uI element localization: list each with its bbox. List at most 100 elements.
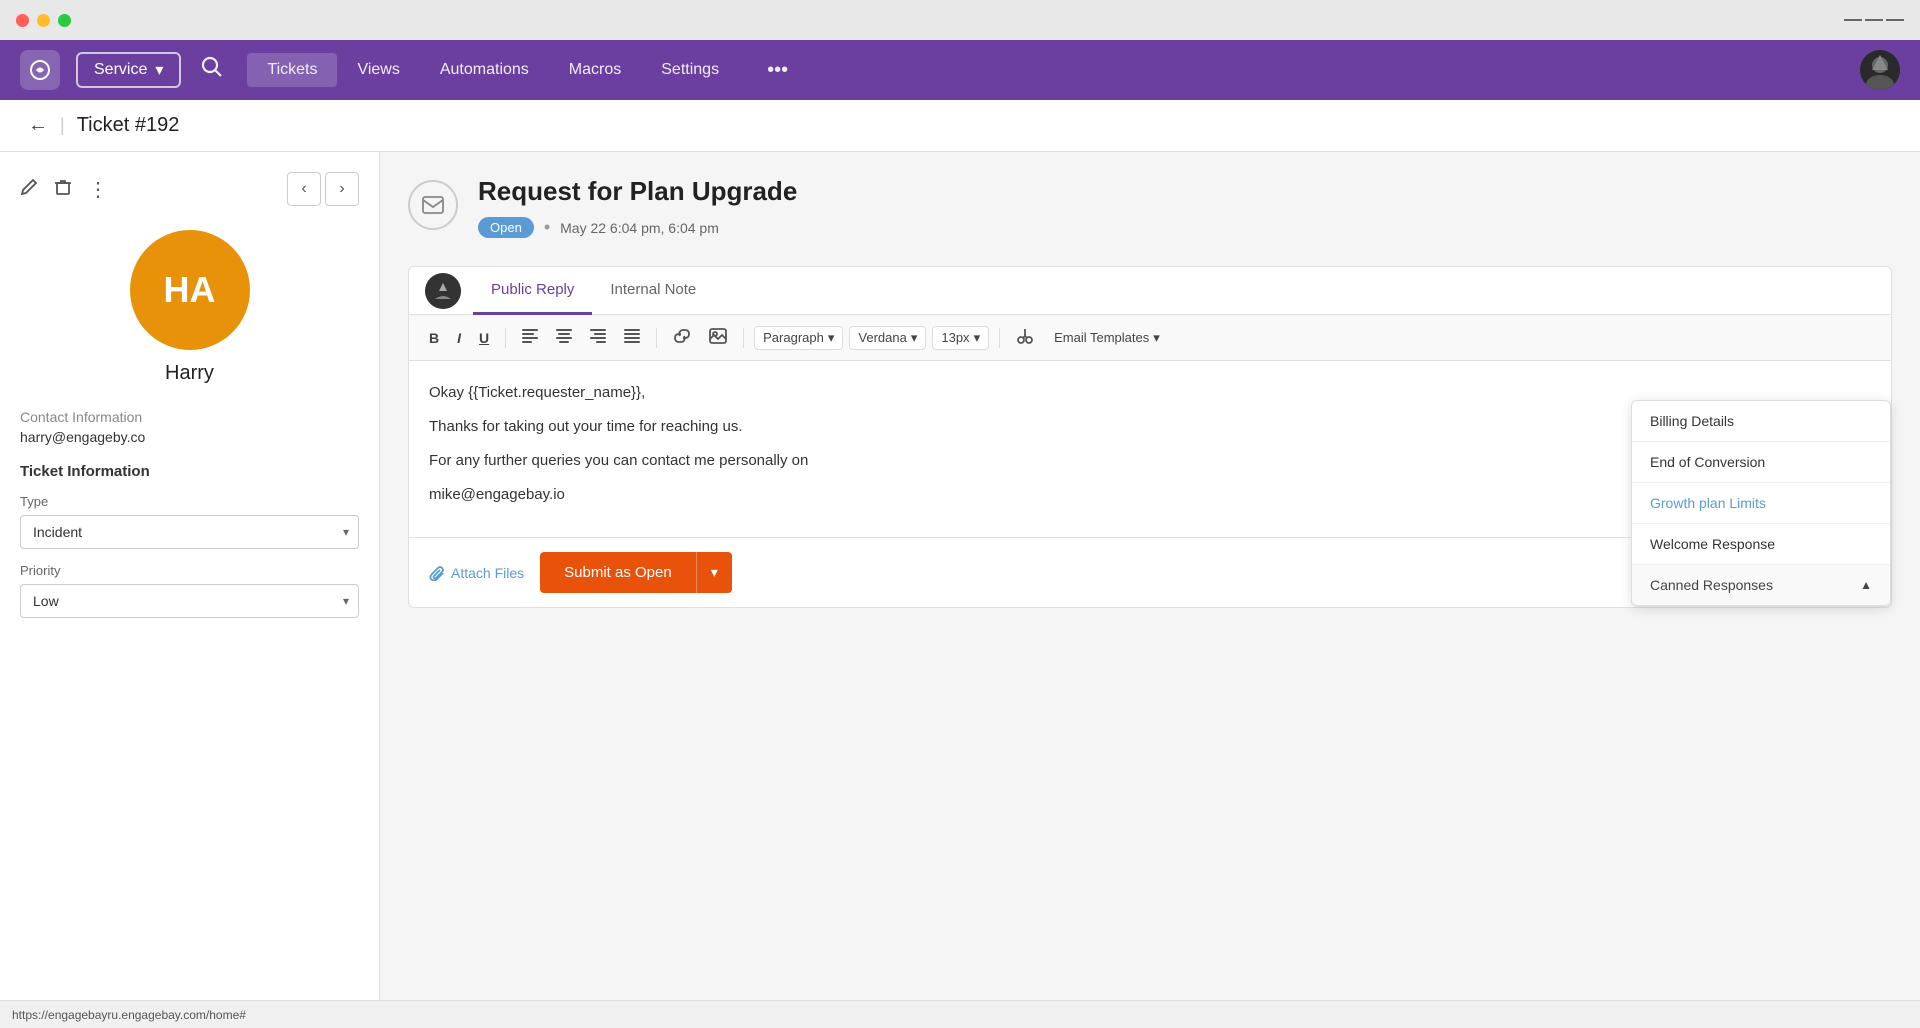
sidebar: ⋮ ‹ › HA Harry Contact Information harry… [0,152,380,1028]
type-select[interactable]: Incident Question Problem Feature Reques… [20,515,359,549]
contact-info-label: Contact Information [20,409,359,425]
breadcrumb-separator: | [60,115,65,136]
sidebar-nav-buttons: ‹ › [287,172,359,206]
user-initials: HA [164,269,216,311]
priority-field-label: Priority [20,563,359,578]
email-templates-label: Email Templates [1054,330,1149,345]
nav-settings[interactable]: Settings [641,53,739,87]
meta-separator: • [544,217,550,238]
paragraph-select[interactable]: Paragraph ▾ [754,326,843,350]
justify-button[interactable] [618,325,646,350]
more-options-icon[interactable]: ⋮ [88,177,108,202]
underline-button[interactable]: U [473,326,495,350]
attach-files-label: Attach Files [451,565,524,581]
email-templates-button[interactable]: Email Templates ▾ [1046,327,1168,349]
type-select-wrapper: Incident Question Problem Feature Reques… [20,515,359,549]
font-select[interactable]: Verdana ▾ [849,326,926,350]
app-logo[interactable] [20,50,60,90]
reply-user-avatar [425,273,461,309]
canned-responses-label: Canned Responses [1650,577,1773,593]
nav-automations[interactable]: Automations [420,53,549,87]
content-area: Request for Plan Upgrade Open • May 22 6… [380,152,1920,1028]
bold-button[interactable]: B [423,326,445,350]
nav-links: Tickets Views Automations Macros Setting… [247,51,808,90]
ticket-title: Request for Plan Upgrade [478,176,1892,207]
mail-icon [408,180,458,230]
status-badge: Open [478,217,534,238]
user-avatar-circle: HA [130,230,250,350]
image-button[interactable] [703,324,733,351]
sidebar-toolbar-left: ⋮ [20,177,108,202]
reply-box: Public Reply Internal Note B I U [408,266,1892,608]
canned-responses-dropdown: Billing Details End of Conversion Growth… [1631,400,1891,607]
chevron-down-icon: ▾ [155,60,163,80]
nav-macros[interactable]: Macros [549,53,641,87]
contact-email: harry@engageby.co [20,429,359,445]
title-bar [0,0,1920,40]
scissors-button[interactable] [1010,323,1040,352]
menu-icon[interactable] [1844,17,1904,23]
submit-dropdown-button[interactable]: ▾ [696,552,732,593]
attach-files-button[interactable]: Attach Files [429,565,524,581]
status-bar: https://engagebayru.engagebay.com/home# [0,1000,1920,1028]
prev-ticket-button[interactable]: ‹ [287,172,321,206]
canned-item-growth-plan[interactable]: Growth plan Limits [1632,483,1890,524]
minimize-dot[interactable] [37,14,50,27]
status-url: https://engagebayru.engagebay.com/home# [12,1008,246,1022]
user-avatar-image [1860,50,1900,90]
email-templates-chevron-icon: ▾ [1153,330,1160,346]
service-dropdown-button[interactable]: Service ▾ [76,52,181,88]
user-avatar-section: HA Harry [20,230,359,385]
align-center-button[interactable] [550,325,578,350]
nav-tickets[interactable]: Tickets [247,53,337,87]
link-button[interactable] [667,325,697,350]
toolbar-sep-4 [999,328,1000,348]
toolbar-sep-3 [743,328,744,348]
canned-item-billing[interactable]: Billing Details [1632,401,1890,442]
reply-tabs: Public Reply Internal Note [409,267,1891,315]
submit-button[interactable]: Submit as Open [540,552,696,593]
ticket-date: May 22 6:04 pm, 6:04 pm [560,220,719,236]
priority-select[interactable]: Low Medium High Urgent [20,584,359,618]
close-dot[interactable] [16,14,29,27]
size-label: 13px [941,330,969,345]
ticket-meta: Open • May 22 6:04 pm, 6:04 pm [478,217,1892,238]
align-left-button[interactable] [516,325,544,350]
canned-chevron-icon: ▲ [1860,578,1872,592]
align-right-button[interactable] [584,325,612,350]
canned-item-welcome[interactable]: Welcome Response [1632,524,1890,565]
ticket-info-label: Ticket Information [20,463,359,480]
canned-responses-header[interactable]: Canned Responses ▲ [1632,565,1890,606]
avatar[interactable] [1860,50,1900,90]
toolbar-sep-1 [505,328,506,348]
type-field-label: Type [20,494,359,509]
tab-internal-note[interactable]: Internal Note [592,267,714,315]
font-chevron-icon: ▾ [911,330,918,346]
canned-item-end-of-conversion[interactable]: End of Conversion [1632,442,1890,483]
back-button[interactable]: ← [28,114,48,137]
font-label: Verdana [858,330,906,345]
paragraph-label: Paragraph [763,330,824,345]
edit-icon[interactable] [20,178,38,201]
tab-public-reply[interactable]: Public Reply [473,267,592,315]
search-icon[interactable] [201,56,223,84]
breadcrumb: ← | Ticket #192 [0,100,1920,152]
priority-select-wrapper: Low Medium High Urgent ▾ [20,584,359,618]
delete-icon[interactable] [54,178,72,201]
editor-toolbar: B I U [409,315,1891,361]
nav-more[interactable]: ••• [747,51,808,90]
italic-button[interactable]: I [451,326,467,350]
maximize-dot[interactable] [58,14,71,27]
size-select[interactable]: 13px ▾ [932,326,989,350]
ticket-info-section: Ticket Information Type Incident Questio… [20,463,359,618]
nav-views[interactable]: Views [337,53,419,87]
contact-info-section: Contact Information harry@engageby.co [20,409,359,445]
paragraph-chevron-icon: ▾ [828,330,835,346]
toolbar-sep-2 [656,328,657,348]
ticket-header: Request for Plan Upgrade Open • May 22 6… [408,176,1892,238]
main-layout: ⋮ ‹ › HA Harry Contact Information harry… [0,152,1920,1028]
next-ticket-button[interactable]: › [325,172,359,206]
sidebar-toolbar: ⋮ ‹ › [20,172,359,206]
size-chevron-icon: ▾ [974,330,981,346]
page-title: Ticket #192 [77,114,180,137]
